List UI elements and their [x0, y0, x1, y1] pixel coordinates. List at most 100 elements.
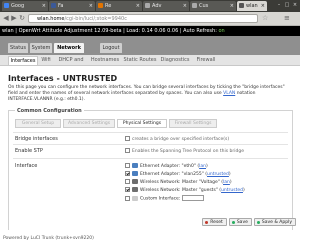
back-icon[interactable]: ◀ — [2, 14, 10, 22]
tab-label: Cus — [199, 3, 209, 9]
browser-tab[interactable]: Re × — [96, 1, 142, 11]
close-icon[interactable]: × — [89, 1, 93, 11]
menu-status[interactable]: Status — [8, 43, 28, 53]
wireless-icon — [132, 187, 138, 192]
browser-tab[interactable]: Fa × — [49, 1, 95, 11]
tab-label: Re — [105, 3, 112, 9]
save-button[interactable]: Save — [228, 218, 252, 226]
enable-stp-row: Enable STP Enables the Spanning Tree Pro… — [13, 144, 288, 157]
submenu-wifi[interactable]: Wifi — [40, 56, 52, 65]
tab-firewall-settings[interactable]: Firewall Settings — [169, 119, 217, 128]
close-window-icon[interactable]: × — [292, 2, 298, 9]
menu-logout[interactable]: Logout — [100, 43, 122, 53]
submenu-firewall[interactable]: Firewall — [194, 56, 218, 65]
common-configuration-section: Common Configuration General Setup Advan… — [8, 108, 293, 233]
reset-button-label: Reset — [210, 220, 223, 225]
url-host: wlan.home — [37, 16, 65, 22]
interface-label: Interface — [15, 163, 38, 169]
custom-interface-input[interactable] — [182, 195, 205, 201]
interface-checkbox-checked[interactable] — [125, 171, 130, 176]
favicon-icon — [51, 3, 56, 8]
save-apply-button[interactable]: Save & Apply — [253, 218, 296, 226]
tab-label: Fa — [58, 3, 64, 9]
network-link[interactable]: untrusted — [207, 172, 229, 177]
close-icon[interactable]: × — [261, 1, 265, 11]
interface-option[interactable]: Ethernet Adapter: "eth0" (lan) — [125, 163, 208, 169]
sub-menu: Interfaces Wifi DHCP and DNS Hostnames S… — [0, 55, 300, 72]
browser-tab[interactable]: Adv × — [143, 1, 189, 11]
save-apply-icon — [256, 221, 260, 224]
interface-option[interactable]: Wireless Network: Master "guests" (untru… — [125, 187, 245, 193]
menu-system[interactable]: System — [30, 43, 52, 53]
tab-physical-settings[interactable]: Physical Settings — [117, 119, 167, 128]
close-icon[interactable]: × — [136, 1, 140, 11]
close-icon[interactable]: × — [42, 1, 46, 11]
address-bar[interactable]: wlan.home/cgi-bin/luci/;stok=9940c — [28, 14, 258, 23]
tab-general-setup[interactable]: General Setup — [15, 119, 61, 128]
close-icon[interactable]: × — [183, 1, 187, 11]
form-buttons: Reset Save Save & Apply — [202, 218, 296, 226]
favicon-icon — [98, 3, 103, 8]
luci-header: wlan | OpenWrt Attitude Adjustment 12.09… — [0, 26, 300, 36]
bookmark-star-icon[interactable]: ☆ — [262, 14, 268, 22]
save-button-label: Save — [236, 220, 248, 225]
ethernet-icon — [132, 171, 138, 176]
interface-checkbox[interactable] — [125, 163, 130, 168]
window-controls: – □ × — [276, 2, 298, 9]
bridge-interfaces-label: Bridge interfaces — [15, 136, 58, 142]
vlan-link[interactable]: VLAN — [223, 91, 235, 96]
interface-option[interactable]: Ethernet Adapter: "vlan255" (untrusted) — [125, 171, 231, 177]
custom-interface-option[interactable]: Custom Interface: — [125, 195, 205, 202]
maximize-icon[interactable]: □ — [284, 2, 290, 9]
ethernet-icon — [132, 163, 138, 168]
auto-refresh-toggle[interactable]: on — [218, 28, 224, 34]
network-link[interactable]: lan — [199, 164, 206, 169]
main-menu: Status System Network Logout — [0, 36, 300, 55]
interface-option-label: Ethernet Adapter: "vlan255" — [140, 172, 204, 177]
wireless-icon — [132, 179, 138, 184]
tab-label: Goog — [11, 3, 25, 9]
header-status-text: wlan | OpenWrt Attitude Adjustment 12.09… — [2, 28, 217, 34]
browser-tab-active[interactable]: wlan × — [237, 1, 267, 11]
close-icon[interactable]: × — [230, 1, 234, 11]
google-icon — [4, 3, 9, 8]
enable-stp-value: Enables the Spanning Tree Protocol on th… — [125, 148, 244, 154]
tab-label: wlan — [246, 3, 258, 9]
submenu-interfaces[interactable]: Interfaces — [8, 56, 38, 65]
bridge-interfaces-checkbox[interactable] — [125, 136, 130, 141]
interface-checkbox[interactable] — [125, 179, 130, 184]
submenu-static-routes[interactable]: Static Routes — [123, 56, 157, 65]
browser-toolbar: ◀ ▶ ↻ wlan.home/cgi-bin/luci/;stok=9940c… — [0, 12, 300, 26]
save-apply-button-label: Save & Apply — [261, 220, 292, 225]
submenu-hostnames[interactable]: Hostnames — [90, 56, 120, 65]
page-footer: Reset Save Save & Apply Powered by LuCI … — [0, 218, 300, 246]
bridge-interfaces-value: creates a bridge over specified interfac… — [125, 136, 229, 142]
forward-icon[interactable]: ▶ — [10, 14, 18, 22]
custom-interface-label: Custom Interface: — [140, 196, 181, 202]
enable-stp-checkbox[interactable] — [125, 148, 130, 153]
network-link[interactable]: untrusted — [221, 188, 243, 193]
reset-button[interactable]: Reset — [202, 218, 227, 226]
reload-icon[interactable]: ↻ — [18, 14, 26, 22]
browser-titlebar: Goog × Fa × Re × Adv × Cus × wlan × – □ × — [0, 0, 300, 12]
custom-interface-icon — [132, 195, 138, 201]
enable-stp-label: Enable STP — [15, 148, 43, 154]
wrench-icon[interactable]: ≡ — [284, 14, 290, 22]
custom-interface-checkbox[interactable] — [125, 195, 130, 201]
interface-option[interactable]: Wireless Network: Master "Voltage" (lan) — [125, 179, 232, 185]
submenu-dhcp-dns[interactable]: DHCP and DNS — [54, 56, 88, 72]
favicon-icon — [192, 3, 197, 8]
interface-checkbox-checked[interactable] — [125, 187, 130, 192]
interface-option-label: Wireless Network: Master "Voltage" — [140, 180, 220, 185]
powered-by-text: Powered by LuCI Trunk (trunk+svn9220) — [3, 236, 94, 241]
submenu-diagnostics[interactable]: Diagnostics — [160, 56, 190, 65]
browser-tab[interactable]: Goog × — [2, 1, 48, 11]
tab-advanced-settings[interactable]: Advanced Settings — [63, 119, 115, 128]
network-link[interactable]: lan — [223, 180, 230, 185]
stp-help-text: Enables the Spanning Tree Protocol on th… — [132, 149, 244, 154]
menu-network[interactable]: Network — [54, 43, 84, 53]
minimize-icon[interactable]: – — [276, 2, 282, 9]
browser-tab[interactable]: Cus × — [190, 1, 236, 11]
interface-list: Ethernet Adapter: "eth0" (lan) Ethernet … — [125, 163, 285, 213]
bridge-help-text: creates a bridge over specified interfac… — [132, 137, 230, 142]
